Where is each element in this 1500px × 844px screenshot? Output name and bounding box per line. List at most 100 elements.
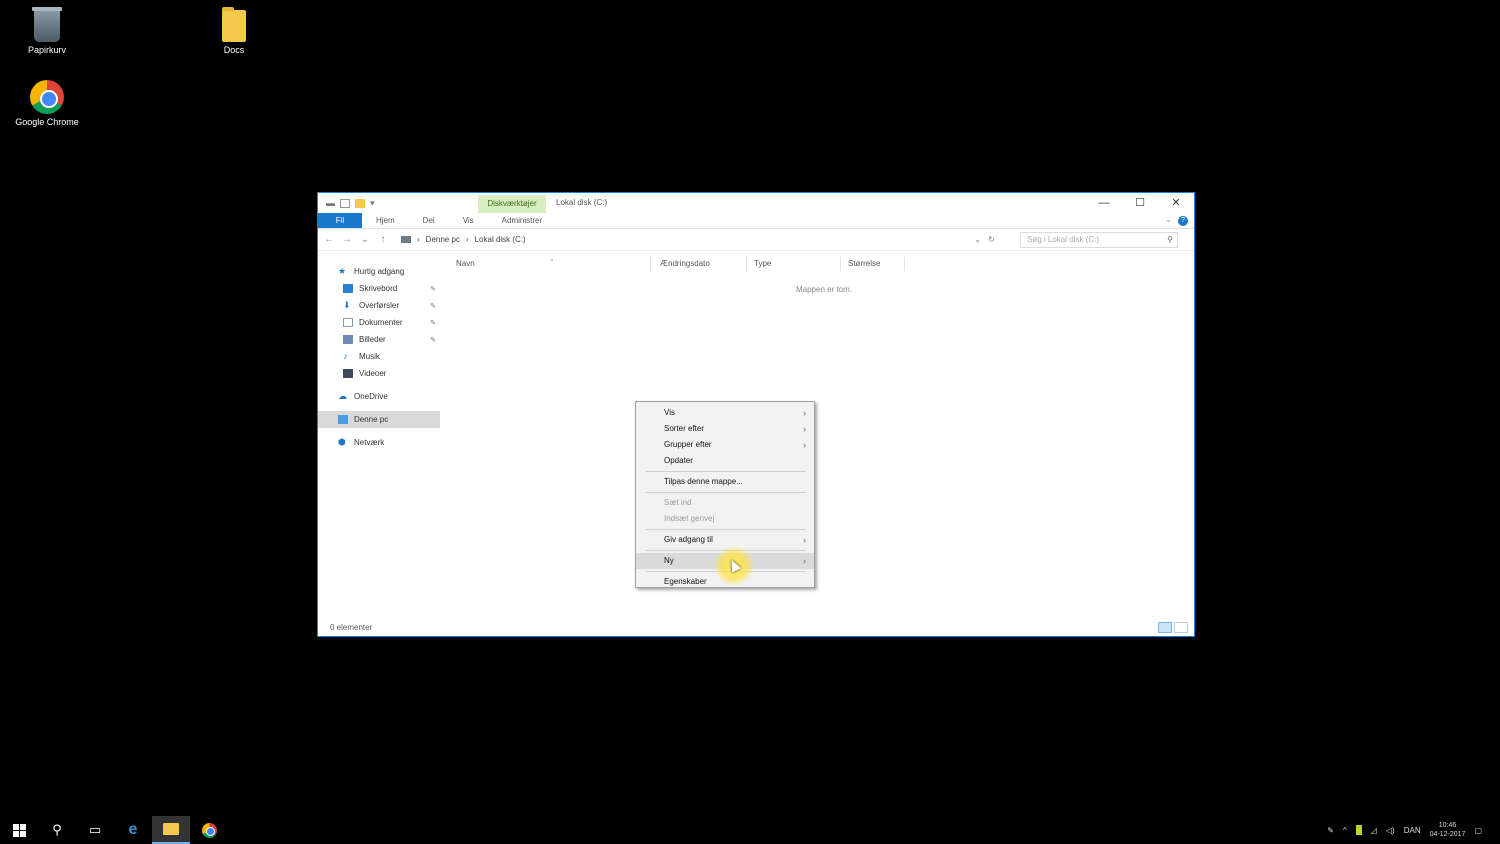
nav-item-label: Hurtig adgang [354,267,405,276]
volume-icon[interactable]: ◁) [1386,826,1395,835]
desktop-icon [343,284,353,293]
tab-home[interactable]: Hjem [362,213,409,228]
nav-item-videos[interactable]: Videoer [318,365,440,382]
start-button[interactable] [0,816,38,844]
column-name[interactable]: Navn [456,259,475,268]
taskbar-file-explorer[interactable] [152,816,190,844]
navigation-bar: ← → ⌄ ↑ › Denne pc › Lokal disk (C:) ⌄ ↻… [318,229,1194,251]
windows-logo-icon [12,823,26,837]
sort-arrow-icon: ^ [550,259,554,266]
maximize-button[interactable]: ☐ [1122,193,1158,213]
new-folder-icon[interactable] [355,198,365,208]
minimize-button[interactable]: — [1086,193,1122,213]
nav-item-label: Skrivebord [359,284,398,293]
network-icon: ⬢ [338,437,346,447]
menu-separator [646,529,806,530]
menu-item-label: Sorter efter [664,424,705,433]
menu-item-sort-by[interactable]: Sorter efter › [636,421,814,437]
recent-locations-icon[interactable]: ⌄ [360,234,370,245]
taskbar-chrome[interactable] [190,816,228,844]
search-button[interactable]: ⚲ [38,816,76,844]
menu-item-view[interactable]: Vis › [636,405,814,421]
nav-item-music[interactable]: ♪ Musik [318,348,440,365]
close-button[interactable]: ✕ [1158,193,1194,213]
nav-item-documents[interactable]: Dokumenter ✎ [318,314,440,331]
tab-manage[interactable]: Administrer [488,213,556,228]
breadcrumb-separator-icon: › [417,235,420,244]
desktop-icon-docs[interactable]: Docs [194,7,274,55]
menu-item-group-by[interactable]: Grupper efter › [636,437,814,453]
nav-item-onedrive[interactable]: ☁ OneDrive [318,388,440,405]
recycle-bin-icon [32,7,62,42]
desktop-icon-chrome[interactable]: Google Chrome [7,80,87,127]
title-bar[interactable]: ▬ ▾ Diskværktøjer Lokal disk (C:) — ☐ ✕ [318,193,1194,213]
menu-separator [646,471,806,472]
menu-item-paste-shortcut: Indsæt genvej [636,511,814,527]
file-list[interactable]: ^ Navn Ændringsdato Type Størrelse Mappe… [444,251,1194,620]
task-view-button[interactable]: ▭ [76,816,114,844]
nav-item-label: Videoer [359,369,387,378]
search-input[interactable]: Søg i Lokal disk (C:) ⚲ [1020,231,1178,248]
ribbon-expand-icon[interactable]: ⌄ [1165,215,1172,224]
pen-icon[interactable]: ✎ [1327,826,1334,835]
picture-icon [343,335,353,344]
taskbar: ⚲ ▭ e ✎ ^ ◿ ◁) DAN 10:46 04-12-2017 ▢ [0,816,1500,844]
battery-icon[interactable] [1355,825,1362,835]
clock-time: 10:46 [1438,822,1457,829]
properties-icon[interactable] [340,198,350,208]
ribbon-tabs: Fil Hjem Del Vis Administrer ⌄ ? [318,213,1194,229]
tab-view[interactable]: Vis [449,213,488,228]
pc-icon [338,415,348,424]
music-icon: ♪ [343,351,348,361]
refresh-icon[interactable]: ↻ [988,235,995,244]
menu-item-label: Giv adgang til [664,535,713,544]
nav-item-pictures[interactable]: Billeder ✎ [318,331,440,348]
tab-share[interactable]: Del [409,213,449,228]
action-center-icon[interactable]: ▢ [1474,826,1482,835]
nav-item-network[interactable]: ⬢ Netværk [318,434,440,451]
column-date-modified[interactable]: Ændringsdato [660,259,710,268]
address-bar[interactable]: › Denne pc › Lokal disk (C:) ⌄ ↻ [396,231,998,248]
clock[interactable]: 10:46 04-12-2017 [1430,821,1466,839]
up-icon[interactable]: ↑ [378,234,388,245]
column-size[interactable]: Størrelse [848,259,880,268]
window-title: Lokal disk (C:) [556,198,608,207]
menu-item-refresh[interactable]: Opdater [636,453,814,469]
qat-dropdown-icon[interactable]: ▾ [370,198,375,209]
nav-item-label: Billeder [359,335,386,344]
breadcrumb-separator-icon: › [465,235,469,244]
nav-item-desktop[interactable]: Skrivebord ✎ [318,280,440,297]
folder-icon [222,7,246,42]
menu-item-give-access[interactable]: Giv adgang til › [636,532,814,548]
breadcrumb-current[interactable]: Lokal disk (C:) [475,235,526,244]
pin-icon: ✎ [430,319,436,327]
nav-item-this-pc[interactable]: Denne pc [318,411,440,428]
breadcrumb-root[interactable]: Denne pc [426,235,460,244]
help-icon[interactable]: ? [1178,216,1188,226]
network-icon[interactable]: ◿ [1371,826,1377,835]
column-type[interactable]: Type [754,259,771,268]
nav-item-downloads[interactable]: ⬇ Overførsler ✎ [318,297,440,314]
back-icon[interactable]: ← [324,234,334,245]
menu-item-customize-folder[interactable]: Tilpas denne mappe... [636,474,814,490]
item-count: 0 elementer [330,623,373,632]
nav-item-quick-access[interactable]: ★ Hurtig adgang [318,263,440,280]
submenu-arrow-icon: › [803,440,806,450]
contextual-tab[interactable]: Diskværktøjer [478,195,546,213]
large-icons-view-icon[interactable] [1174,622,1188,633]
edge-icon: e [128,821,138,838]
language-indicator[interactable]: DAN [1404,826,1421,835]
forward-icon[interactable]: → [342,234,352,245]
address-dropdown-icon[interactable]: ⌄ [974,235,981,244]
menu-item-label: Indsæt genvej [664,514,715,523]
search-icon: ⚲ [1167,234,1173,244]
menu-item-label: Sæt ind [664,498,692,507]
pc-icon [401,236,411,243]
tab-file[interactable]: Fil [318,213,362,228]
desktop-icon-recycle-bin[interactable]: Papirkurv [7,7,87,55]
taskbar-edge[interactable]: e [114,816,152,844]
show-hidden-icons-icon[interactable]: ^ [1343,826,1347,835]
details-view-icon[interactable] [1158,622,1172,633]
window-menu-icon[interactable]: ▬ [326,198,335,208]
navigation-pane: ★ Hurtig adgang Skrivebord ✎ ⬇ Overførsl… [318,251,440,620]
